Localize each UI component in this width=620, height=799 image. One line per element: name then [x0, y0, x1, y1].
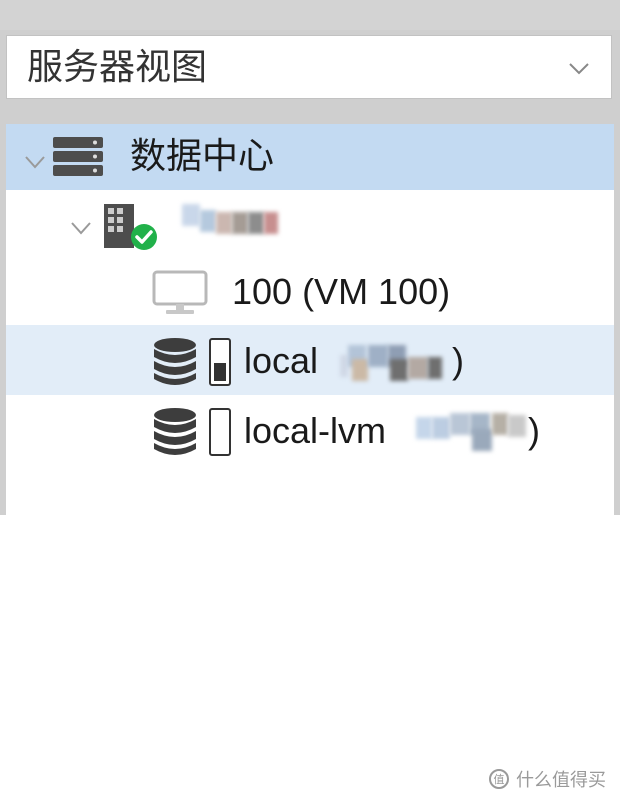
storage-local-label: local: [244, 340, 319, 381]
tree-row-datacenter[interactable]: 数据中心: [6, 124, 614, 190]
storage-local-lvm-label: local-lvm: [244, 410, 387, 451]
datacenter-icon: [53, 137, 103, 176]
collapse-chevron-icon[interactable]: [22, 148, 48, 174]
tree-row-storage-local-lvm[interactable]: local-lvm ): [6, 395, 614, 467]
monitor-icon: [152, 270, 208, 314]
storage-local-suffix: ): [452, 340, 464, 381]
storage-database-icon: [154, 408, 196, 455]
storage-usage-bar-icon: [209, 408, 231, 456]
storage-local-lvm-suffix: ): [528, 410, 540, 451]
watermark-text: 什么值得买: [516, 770, 606, 791]
tree-row-storage-local[interactable]: local ): [6, 325, 614, 395]
collapse-chevron-icon[interactable]: [68, 214, 94, 240]
tree-row-node[interactable]: [6, 190, 614, 258]
storage-usage-bar-icon: [209, 338, 231, 386]
server-node-icon: [104, 204, 157, 250]
datacenter-label: 数据中心: [130, 136, 275, 177]
storage-database-icon: [154, 338, 196, 385]
vm-label: 100 (VM 100): [232, 271, 451, 312]
tree-row-vm[interactable]: 100 (VM 100): [6, 258, 614, 325]
svg-text:值: 值: [494, 773, 505, 786]
chevron-down-icon: [569, 63, 589, 75]
panel-header-strip: [0, 0, 620, 30]
resource-tree: 数据中心 100 (VM 100) local) local-lvm): [6, 124, 614, 515]
resource-tree-panel: 服务器视图 数据中心 100 (VM 100) local) local-lv…: [0, 0, 620, 515]
view-selector[interactable]: 服务器视图: [6, 35, 612, 99]
view-selector-value: 服务器视图: [27, 47, 208, 88]
watermark: 值 什么值得买: [488, 766, 606, 792]
watermark-logo-icon: 值: [489, 769, 509, 789]
